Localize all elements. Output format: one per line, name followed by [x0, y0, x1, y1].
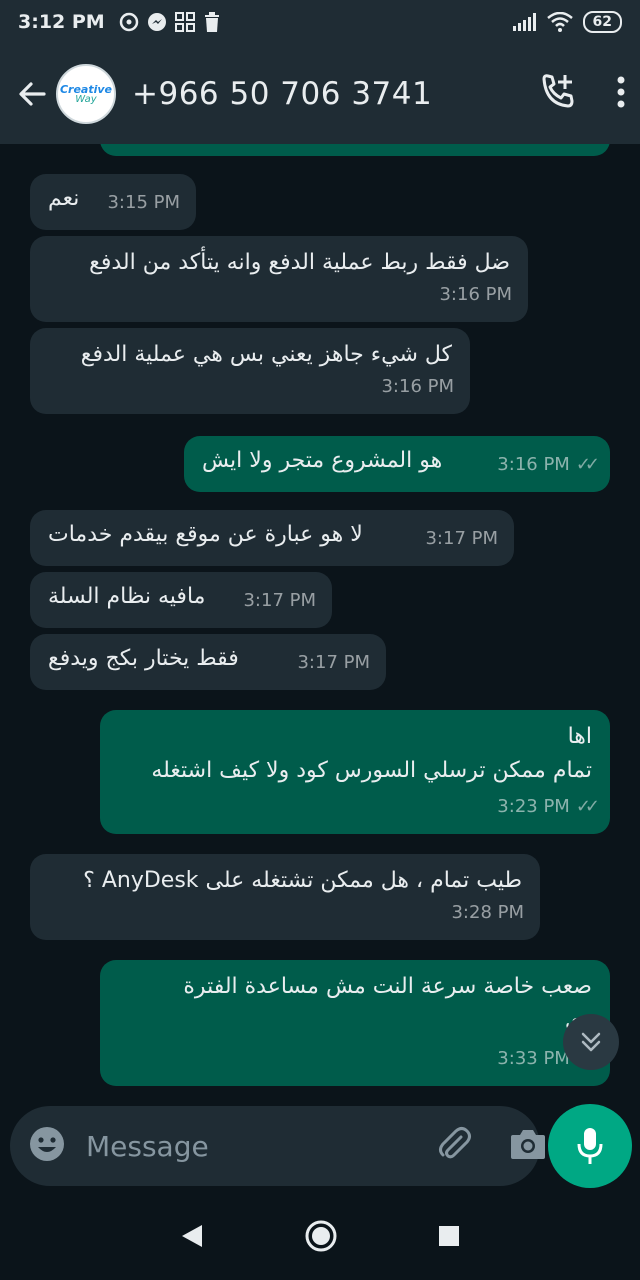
message-text: هو المشروع متجر ولا ايش [202, 448, 443, 473]
message-meta: 3:15 PM [107, 186, 180, 220]
message-bubble-incoming[interactable]: طيب تمام ، هل ممكن تشتغله على AnyDesk ؟ … [30, 854, 540, 940]
voice-message-button[interactable] [548, 1104, 632, 1188]
message-time: 3:28 PM [451, 902, 524, 923]
double-chevron-down-icon [581, 1032, 601, 1052]
message-bubble-incoming[interactable]: مافيه نظام السلة 3:17 PM [30, 572, 332, 628]
message-bubble-incoming[interactable]: كل شيء جاهز يعني بس هي عملية الدفع 3:16 … [30, 328, 470, 414]
system-navigation-bar [0, 1196, 640, 1280]
message-time: 3:15 PM [107, 192, 180, 213]
kebab-menu-icon [617, 76, 625, 108]
nav-back-button[interactable] [180, 1223, 204, 1253]
message-text: ضل فقط ربط عملية الدفع وانه يتأكد من الد… [89, 250, 510, 275]
wifi-icon [546, 12, 573, 32]
camera-icon [511, 1130, 545, 1159]
arrow-left-icon [19, 82, 46, 106]
nav-recents-button[interactable] [438, 1225, 460, 1251]
message-time: 3:16 PM [381, 376, 454, 397]
message-bubble-incoming[interactable]: لا هو عبارة عن موقع بيقدم خدمات 3:17 PM [30, 510, 514, 566]
add-call-button[interactable] [538, 73, 576, 115]
message-meta: 3:28 PM [451, 896, 524, 930]
message-bubble-incoming[interactable]: ضل فقط ربط عملية الدفع وانه يتأكد من الد… [30, 236, 528, 322]
chat-bubble-icon [119, 12, 138, 32]
message-time: 3:17 PM [425, 528, 498, 549]
battery-indicator: 62 [582, 11, 622, 33]
message-time: 3:17 PM [243, 590, 316, 611]
double-check-icon: ✓✓ [575, 454, 600, 475]
message-time: 3:23 PM [497, 796, 570, 817]
message-time: 3:16 PM [497, 454, 570, 475]
message-meta: 3:17 PM [425, 522, 498, 556]
message-composer [10, 1106, 545, 1186]
message-meta: 3:17 PM [297, 646, 370, 680]
circle-home-icon [305, 1220, 337, 1252]
message-text: اها تمام ممكن ترسلي السورس كود ولا كيف ا… [151, 724, 592, 783]
message-time: 3:17 PM [297, 652, 370, 673]
message-text: لا هو عبارة عن موقع بيقدم خدمات [48, 522, 363, 547]
qr-grid-icon [174, 12, 195, 32]
system-icons: 62 [512, 11, 622, 33]
message-bubble-outgoing[interactable]: اها تمام ممكن ترسلي السورس كود ولا كيف ا… [100, 710, 610, 834]
scroll-to-bottom-button[interactable] [563, 1014, 619, 1070]
message-bubble-outgoing[interactable]: هو المشروع متجر ولا ايش 3:16 PM ✓✓ [184, 436, 610, 492]
avatar-logo-text: Creative [59, 82, 113, 96]
message-meta: 3:16 PM [381, 370, 454, 404]
double-check-icon: ✓✓ [575, 796, 600, 817]
notification-icons [119, 12, 221, 32]
message-time: 3:16 PM [439, 284, 512, 305]
status-time: 3:12 PM [18, 11, 105, 33]
message-bubble-incoming[interactable]: فقط يختار بكج ويدفع 3:17 PM [30, 634, 386, 690]
contact-avatar[interactable]: Creative Way [56, 64, 116, 124]
message-meta: 3:16 PM [439, 278, 512, 312]
chat-header: Creative Way +966 50 706 3741 [0, 44, 640, 144]
emoji-button[interactable] [28, 1125, 66, 1167]
phone-plus-icon [542, 74, 574, 108]
message-meta: 3:17 PM [243, 584, 316, 618]
message-input[interactable] [86, 1129, 435, 1163]
message-text: نعم [48, 186, 80, 211]
message-bubble-incoming[interactable]: نعم 3:15 PM [30, 174, 196, 230]
partial-outgoing-bubble [100, 144, 610, 156]
status-bar: 3:12 PM 62 [0, 0, 640, 44]
avatar-logo-subtext: Way [75, 93, 97, 105]
back-button[interactable] [14, 76, 50, 112]
message-text: كل شيء جاهز يعني بس هي عملية الدفع [80, 342, 452, 367]
trash-icon [204, 12, 219, 32]
message-meta: 3:16 PM ✓✓ [497, 448, 600, 482]
message-text: فقط يختار بكج ويدفع [48, 646, 239, 671]
microphone-icon [577, 1128, 603, 1164]
header-actions [538, 73, 626, 115]
composer-actions [435, 1125, 547, 1167]
square-recents-icon [439, 1226, 459, 1246]
camera-button[interactable] [509, 1127, 547, 1165]
message-meta: 3:23 PM ✓✓ [497, 790, 600, 824]
paperclip-icon [439, 1127, 471, 1159]
nav-home-button[interactable] [304, 1219, 338, 1257]
signal-icon [512, 13, 536, 31]
emoji-icon [30, 1127, 64, 1161]
more-options-button[interactable] [616, 75, 626, 113]
attach-button[interactable] [435, 1125, 473, 1167]
message-time: 3:33 PM [497, 1048, 570, 1069]
messenger-icon [147, 13, 166, 31]
message-bubble-outgoing[interactable]: صعب خاصة سرعة النت مش مساعدة الفترة دي 3… [100, 960, 610, 1086]
message-text: مافيه نظام السلة [48, 584, 206, 609]
triangle-back-icon [182, 1225, 202, 1247]
message-list[interactable]: نعم 3:15 PM ضل فقط ربط عملية الدفع وانه … [0, 144, 640, 1104]
message-text: طيب تمام ، هل ممكن تشتغله على AnyDesk ؟ [83, 868, 522, 893]
message-text: صعب خاصة سرعة النت مش مساعدة الفترة دي [183, 974, 592, 1033]
contact-name[interactable]: +966 50 706 3741 [132, 76, 432, 112]
